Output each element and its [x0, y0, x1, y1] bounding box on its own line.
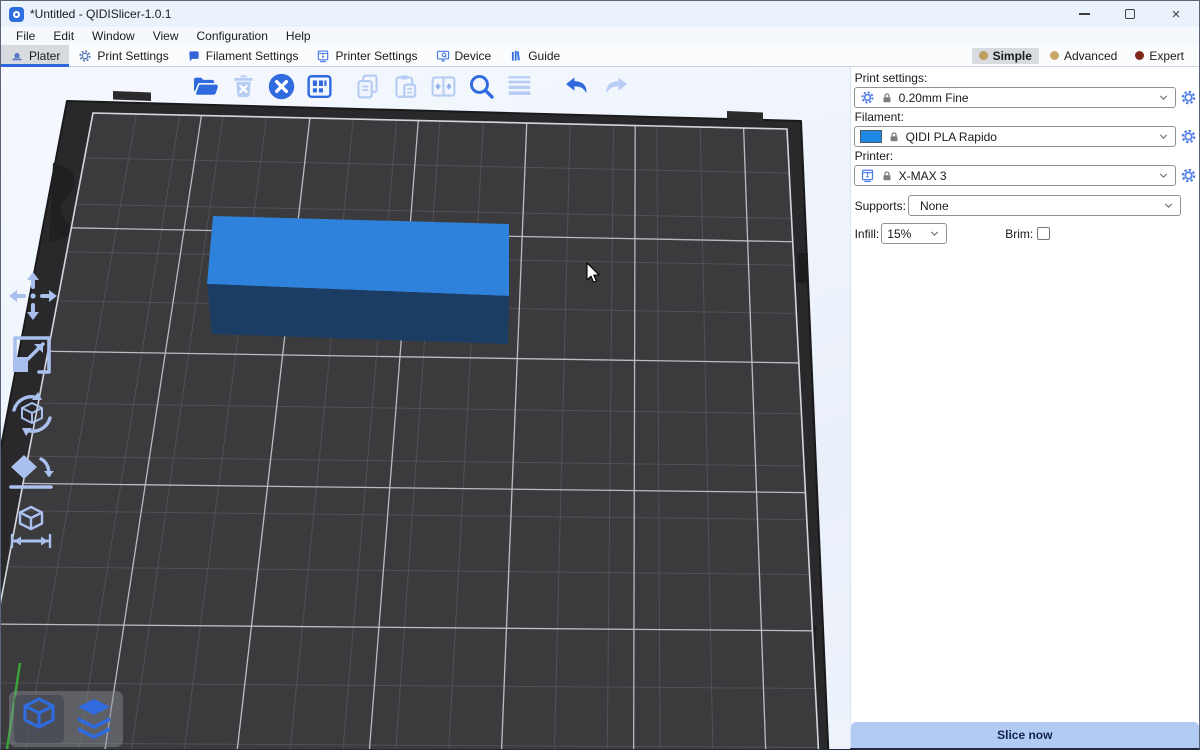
maximize-button[interactable]	[1107, 1, 1153, 27]
filament-combo[interactable]: QIDI PLA Rapido	[854, 126, 1176, 147]
print-settings-combo[interactable]: 0.20mm Fine	[854, 87, 1176, 108]
close-icon: ×	[1172, 6, 1181, 23]
supports-label: Supports:	[855, 199, 906, 213]
3d-viewport[interactable]	[1, 67, 850, 749]
menu-configuration[interactable]: Configuration	[188, 27, 277, 45]
lock-icon	[881, 170, 893, 182]
tab-plater[interactable]: Plater	[1, 45, 69, 66]
printer-combo[interactable]: X-MAX 3	[854, 165, 1176, 186]
device-icon	[436, 49, 450, 63]
printer-icon	[860, 168, 875, 183]
split-objects-button[interactable]	[427, 70, 459, 102]
print-bed[interactable]	[1, 113, 831, 749]
brim-label: Brim:	[1005, 227, 1033, 241]
settings-panel: Print settings: 0.20mm Fine Filament: QI…	[850, 67, 1199, 748]
infill-combo[interactable]: 15%	[881, 223, 947, 244]
magnifier-icon	[467, 72, 496, 101]
paste-icon	[391, 72, 420, 101]
open-button[interactable]	[189, 70, 221, 102]
tab-guide[interactable]: Guide	[500, 45, 569, 66]
menu-view[interactable]: View	[144, 27, 188, 45]
viewport-toolbar	[189, 70, 631, 102]
expert-dot-icon	[1135, 51, 1144, 60]
guide-icon	[509, 49, 523, 63]
plater-icon	[10, 49, 24, 63]
chevron-down-icon	[928, 227, 941, 240]
slice-now-button[interactable]: Slice now	[851, 722, 1199, 748]
mode-advanced[interactable]: Advanced	[1043, 48, 1124, 64]
printer-label: Printer:	[855, 149, 1199, 163]
window-title: *Untitled - QIDISlicer-1.0.1	[30, 7, 171, 21]
undo-button[interactable]	[561, 70, 593, 102]
copy-button[interactable]	[351, 70, 383, 102]
infill-label: Infill:	[855, 227, 880, 241]
edit-filament-gear-icon[interactable]	[1180, 128, 1197, 145]
filament-color-swatch	[860, 130, 882, 143]
close-button[interactable]: ×	[1153, 1, 1199, 27]
brim-checkbox[interactable]	[1037, 227, 1050, 240]
tab-device[interactable]: Device	[427, 45, 501, 66]
print-settings-label: Print settings:	[855, 71, 1199, 85]
gear-icon	[860, 90, 875, 105]
edit-print-settings-gear-icon[interactable]	[1180, 89, 1197, 106]
lock-icon	[881, 92, 893, 104]
redo-arrow-icon	[601, 72, 630, 101]
simple-dot-icon	[979, 51, 988, 60]
app-logo-icon	[9, 7, 24, 22]
mode-expert[interactable]: Expert	[1128, 48, 1191, 64]
search-button[interactable]	[465, 70, 497, 102]
edit-printer-gear-icon[interactable]	[1180, 167, 1197, 184]
menu-help[interactable]: Help	[277, 27, 320, 45]
split-window-icon	[429, 72, 458, 101]
minimize-button[interactable]	[1061, 1, 1107, 27]
circle-x-icon	[267, 72, 296, 101]
menu-bar: File Edit Window View Configuration Help	[1, 27, 1199, 45]
mode-simple[interactable]: Simple	[972, 48, 1039, 64]
undo-arrow-icon	[563, 72, 592, 101]
chevron-down-icon	[1157, 130, 1170, 143]
title-bar: *Untitled - QIDISlicer-1.0.1 ×	[1, 1, 1199, 27]
arrange-button[interactable]	[303, 70, 335, 102]
delete-button[interactable]	[227, 70, 259, 102]
model-object-box[interactable]	[207, 216, 509, 344]
trash-icon	[229, 72, 258, 101]
supports-combo[interactable]: None	[908, 195, 1181, 216]
menu-file[interactable]: File	[7, 27, 44, 45]
tab-print-settings[interactable]: Print Settings	[69, 45, 177, 66]
variable-layer-height-button[interactable]	[503, 70, 535, 102]
chevron-down-icon	[1157, 169, 1170, 182]
tab-printer-settings[interactable]: Printer Settings	[307, 45, 426, 66]
app-window: *Untitled - QIDISlicer-1.0.1 × File Edit…	[0, 0, 1200, 750]
filament-label: Filament:	[855, 110, 1199, 124]
open-folder-icon	[191, 72, 220, 101]
copy-icon	[353, 72, 382, 101]
view-toggle	[9, 691, 123, 747]
gear-icon	[78, 49, 92, 63]
layers-lines-icon	[505, 72, 534, 101]
arrange-grid-icon	[305, 72, 334, 101]
filament-icon	[187, 49, 201, 63]
advanced-dot-icon	[1050, 51, 1059, 60]
tab-bar: Plater Print Settings Filament Settings …	[1, 45, 1199, 67]
chevron-down-icon	[1162, 199, 1175, 212]
menu-window[interactable]: Window	[83, 27, 144, 45]
minimize-icon	[1079, 13, 1090, 14]
mode-switcher: Simple Advanced Expert	[972, 45, 1199, 66]
lock-icon	[888, 131, 900, 143]
paste-button[interactable]	[389, 70, 421, 102]
redo-button[interactable]	[599, 70, 631, 102]
menu-edit[interactable]: Edit	[44, 27, 83, 45]
chevron-down-icon	[1157, 91, 1170, 104]
delete-all-button[interactable]	[265, 70, 297, 102]
printer-icon	[316, 49, 330, 63]
tab-filament-settings[interactable]: Filament Settings	[178, 45, 308, 66]
maximize-icon	[1125, 9, 1135, 19]
